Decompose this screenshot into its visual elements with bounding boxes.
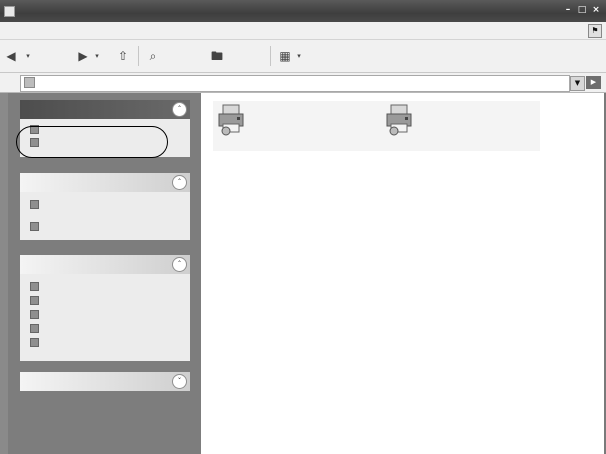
up-folder-icon: ⇧	[117, 49, 129, 63]
folders-button[interactable]: 🖿	[210, 47, 227, 65]
other-place-link[interactable]	[30, 282, 43, 291]
see-also-body	[20, 192, 190, 240]
up-folder-button[interactable]: ⇧	[116, 47, 130, 65]
other-places-body	[20, 274, 190, 361]
toolbar: ◀ ▾ ▶ ▾ ⇧ ⌕ 🖿 ▦ ▾	[0, 40, 606, 73]
back-arrow-icon: ◀	[6, 49, 16, 63]
other-place-link[interactable]	[30, 296, 43, 305]
documents-icon	[30, 310, 39, 319]
toolbar-separator	[270, 46, 271, 66]
pictures-icon	[30, 324, 39, 333]
windows-logo-icon: ⚑	[588, 24, 602, 38]
menu-edit[interactable]	[42, 25, 44, 35]
address-input[interactable]	[20, 75, 570, 92]
forward-arrow-icon: ▶	[78, 49, 88, 63]
folder-icon	[30, 200, 39, 209]
printer-tasks-header[interactable]: ˆ	[20, 100, 190, 119]
menu-view[interactable]	[78, 25, 80, 35]
toolbar-separator	[138, 46, 139, 66]
views-button[interactable]: ▦ ▾	[278, 47, 303, 65]
menu-bar: ⚑	[0, 22, 606, 40]
see-also-header[interactable]: ˆ	[20, 173, 190, 192]
menu-help[interactable]	[214, 25, 216, 35]
chevron-down-icon: ▾	[95, 52, 99, 60]
other-place-link[interactable]	[30, 338, 43, 347]
window-title	[20, 5, 37, 15]
collapse-chevron-icon[interactable]: ˆ	[172, 257, 187, 272]
title-bar: – □ ×	[0, 0, 606, 22]
address-bar: ▼ ▶	[0, 73, 606, 93]
highlight-annotation	[16, 126, 168, 158]
search-icon: ⌕	[149, 49, 157, 63]
menu-tools[interactable]	[178, 25, 180, 35]
collapse-chevron-icon[interactable]: ˆ	[172, 102, 187, 117]
go-button[interactable]: ▶	[586, 76, 601, 89]
back-button[interactable]: ◀ ▾	[4, 47, 32, 65]
printer-folder-icon	[24, 77, 35, 88]
views-icon: ▦	[279, 49, 291, 63]
menu-file[interactable]	[6, 25, 8, 35]
window-left-border	[0, 93, 8, 454]
printer-item[interactable]	[217, 101, 367, 141]
other-place-link[interactable]	[30, 310, 43, 319]
details-header[interactable]: ˇ	[20, 372, 190, 391]
see-also-panel: ˆ	[20, 173, 190, 240]
menu-favorites[interactable]	[118, 25, 120, 35]
details-panel: ˇ	[20, 372, 190, 391]
computer-icon	[30, 338, 39, 347]
chevron-down-icon: ▾	[26, 52, 30, 60]
close-button[interactable]: ×	[590, 4, 602, 16]
see-also-link[interactable]	[30, 200, 43, 209]
search-button[interactable]: ⌕	[146, 47, 163, 65]
other-place-link[interactable]	[30, 324, 43, 333]
printer-item[interactable]	[385, 101, 535, 141]
printer-icon	[218, 104, 244, 136]
minimize-button[interactable]: –	[562, 4, 574, 16]
share-icon	[30, 222, 39, 231]
chevron-down-icon: ▾	[297, 52, 301, 60]
printer-icon	[386, 104, 412, 136]
address-dropdown-button[interactable]: ▼	[570, 76, 585, 91]
folders-icon: 🖿	[210, 49, 223, 63]
expand-chevron-icon[interactable]: ˇ	[172, 374, 187, 389]
app-icon	[4, 6, 15, 17]
scanner-icon	[30, 296, 39, 305]
maximize-button[interactable]: □	[576, 4, 588, 16]
forward-button[interactable]: ▶ ▾	[76, 47, 101, 65]
content-area	[201, 93, 606, 454]
other-places-header[interactable]: ˆ	[20, 255, 190, 274]
other-places-panel: ˆ	[20, 255, 190, 361]
collapse-chevron-icon[interactable]: ˆ	[172, 175, 187, 190]
see-also-link[interactable]	[30, 222, 43, 231]
control-panel-icon	[30, 282, 39, 291]
window-controls: – □ ×	[562, 4, 602, 16]
